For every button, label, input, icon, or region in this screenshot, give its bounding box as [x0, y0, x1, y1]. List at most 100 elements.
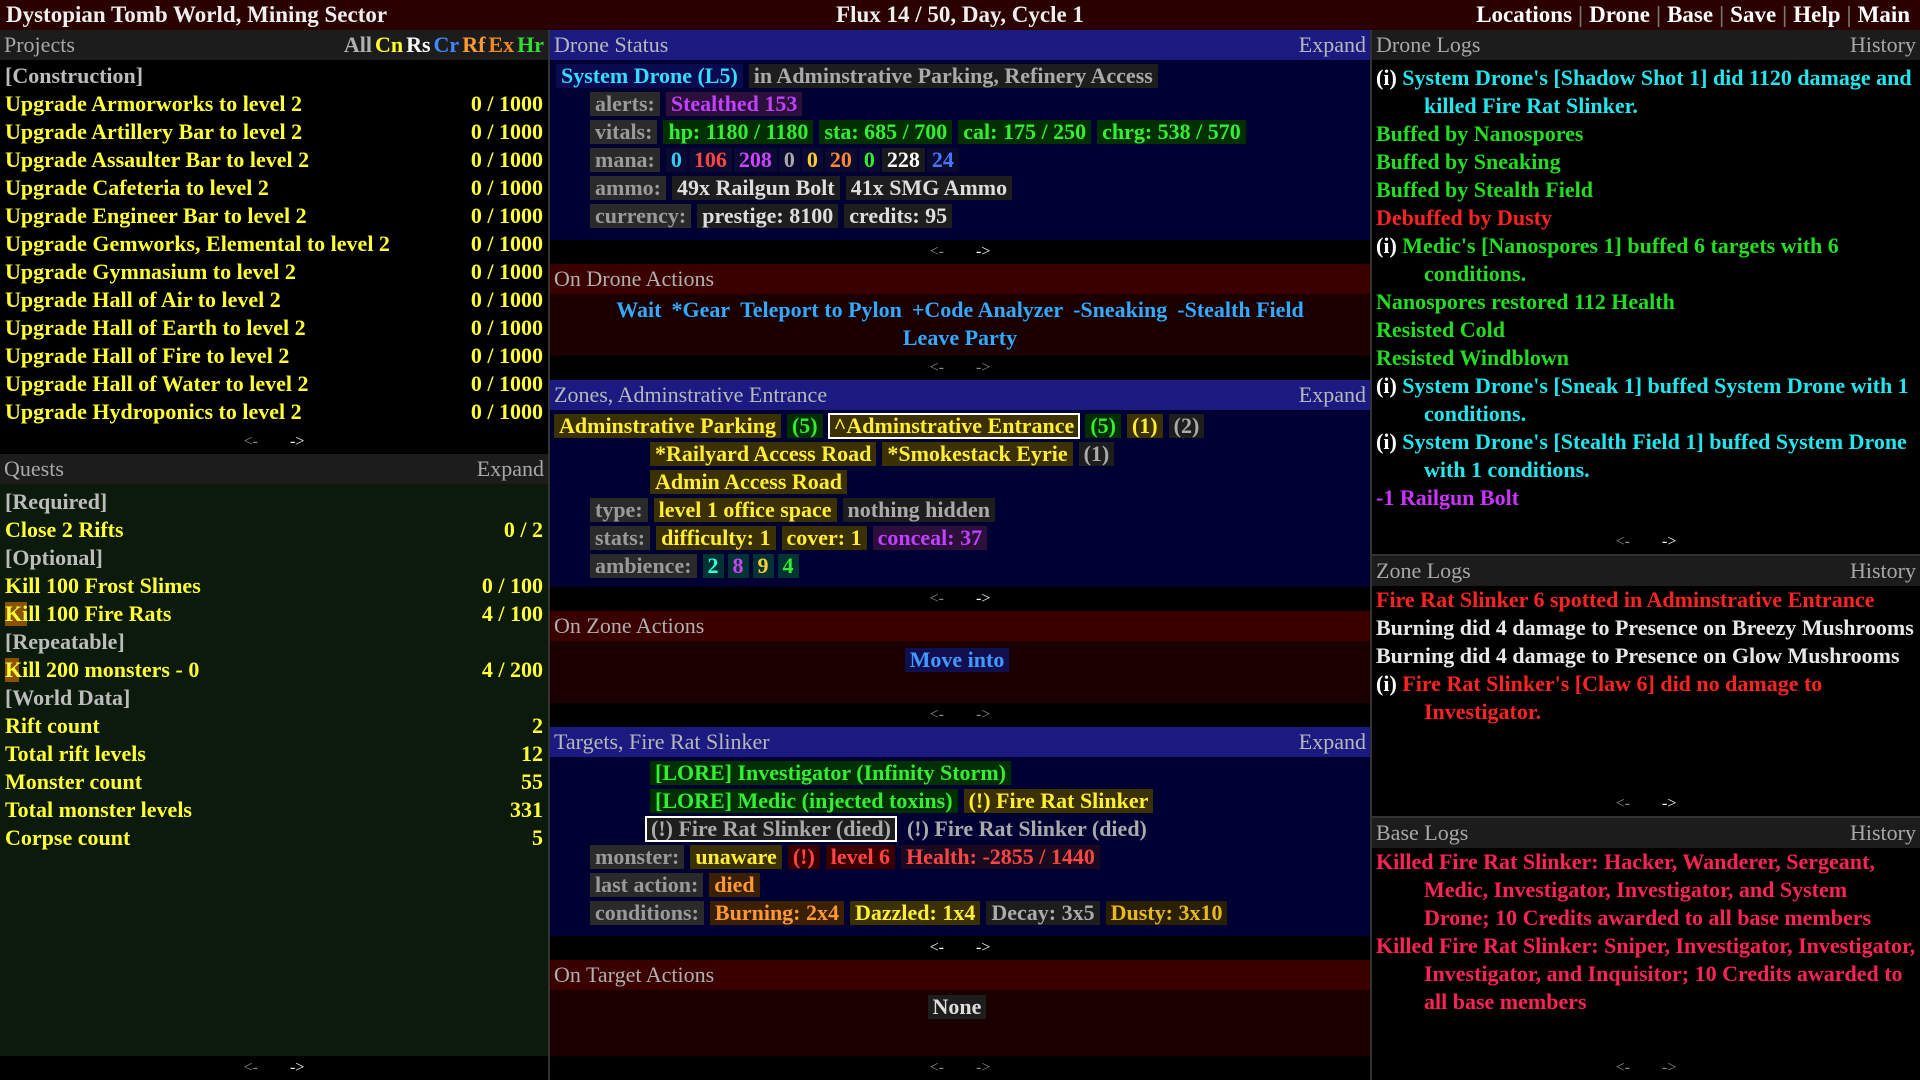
pager-forward[interactable]: -> — [1646, 795, 1692, 812]
pager-forward[interactable]: -> — [960, 359, 1006, 376]
pager-back[interactable]: <- — [228, 1059, 274, 1076]
drone-action-leave-party[interactable]: Leave Party — [903, 325, 1017, 350]
quest-item[interactable]: Corpse count 5 — [0, 824, 548, 852]
quest-item[interactable]: Kill 100 Frost Slimes 0 / 100 — [0, 572, 548, 600]
quests-expand[interactable]: Expand — [477, 454, 544, 484]
pager-back[interactable]: <- — [914, 359, 960, 376]
quest-name: Monster count — [5, 769, 143, 794]
zone-smokestack-eyrie[interactable]: *Smokestack Eyrie — [882, 442, 1073, 466]
targets-header: Targets, Fire Rat Slinker Expand — [550, 727, 1370, 757]
project-item[interactable]: Upgrade Artillery Bar to level 2 0 / 1000 — [0, 118, 548, 146]
base-logs-history[interactable]: History — [1850, 818, 1916, 848]
quest-item[interactable]: Monster count 55 — [0, 768, 548, 796]
target-lore-medic[interactable]: [LORE] Medic (injected toxins) — [650, 789, 958, 813]
pager-back[interactable]: <- — [914, 706, 960, 723]
zones-expand[interactable]: Expand — [1299, 380, 1366, 410]
pager-forward[interactable]: -> — [960, 939, 1006, 956]
pager-forward[interactable]: -> — [960, 706, 1006, 723]
pager-forward[interactable]: -> — [1646, 533, 1692, 550]
project-item[interactable]: Upgrade Cafeteria to level 2 0 / 1000 — [0, 174, 548, 202]
pager-forward[interactable]: -> — [274, 1059, 320, 1076]
zone-difficulty: difficulty: 1 — [656, 526, 776, 550]
info-icon[interactable]: (i) — [1376, 373, 1402, 398]
pager-forward[interactable]: -> — [960, 590, 1006, 607]
pager-forward[interactable]: -> — [1646, 1059, 1692, 1076]
quest-item[interactable]: Kill 200 monsters - 0 4 / 200 — [0, 656, 548, 684]
menu-locations[interactable]: Locations — [1470, 2, 1578, 28]
drone-action-code-analyzer[interactable]: +Code Analyzer — [912, 297, 1063, 322]
project-progress: 0 / 1000 — [470, 315, 543, 340]
quests-list: [Required] Close 2 Rifts 0 / 2 [Optional]… — [0, 484, 548, 852]
quest-item[interactable]: Kill 100 Fire Rats 4 / 100 — [0, 600, 548, 628]
log-entry: (i) Fire Rat Slinker's [Claw 6] did no d… — [1376, 670, 1916, 726]
menu-base[interactable]: Base — [1661, 2, 1719, 28]
drone-logs-history[interactable]: History — [1850, 30, 1916, 60]
drone-action-teleport-to-pylon[interactable]: Teleport to Pylon — [740, 297, 902, 322]
project-item[interactable]: Upgrade Assaulter Bar to level 2 0 / 1000 — [0, 146, 548, 174]
info-icon[interactable]: (i) — [1376, 671, 1402, 696]
pager-forward[interactable]: -> — [960, 243, 1006, 260]
filter-cr[interactable]: Cr — [434, 32, 460, 57]
pager-forward[interactable]: -> — [274, 433, 320, 450]
menu-main[interactable]: Main — [1852, 2, 1916, 28]
zone-adminstrative-parking[interactable]: Adminstrative Parking — [554, 414, 781, 438]
filter-rf[interactable]: Rf — [462, 32, 485, 57]
projects-pager: <- -> — [0, 430, 548, 454]
pager-back[interactable]: <- — [914, 939, 960, 956]
project-item[interactable]: Upgrade Gymnasium to level 2 0 / 1000 — [0, 258, 548, 286]
drone-name[interactable]: System Drone (L5) — [556, 64, 743, 88]
move-into-button[interactable]: Move into — [904, 648, 1010, 672]
quest-name: Kill 100 Frost Slimes — [5, 573, 201, 598]
project-item[interactable]: Upgrade Hall of Fire to level 2 0 / 1000 — [0, 342, 548, 370]
base-logs-header: Base Logs History — [1372, 818, 1920, 848]
project-item[interactable]: Upgrade Armorworks to level 2 0 / 1000 — [0, 90, 548, 118]
filter-hr[interactable]: Hr — [517, 32, 544, 57]
pager-back[interactable]: <- — [1600, 795, 1646, 812]
menu-save[interactable]: Save — [1724, 2, 1782, 28]
info-icon[interactable]: (i) — [1376, 233, 1402, 258]
filter-all[interactable]: All — [344, 32, 372, 57]
drone-status-expand[interactable]: Expand — [1299, 30, 1366, 60]
pager-back[interactable]: <- — [228, 433, 274, 450]
drone-action-sneaking[interactable]: -Sneaking — [1073, 297, 1167, 322]
pager-back[interactable]: <- — [914, 1059, 960, 1076]
project-item[interactable]: Upgrade Hall of Water to level 2 0 / 1000 — [0, 370, 548, 398]
quest-item[interactable]: Close 2 Rifts 0 / 2 — [0, 516, 548, 544]
targets-title: Targets, Fire Rat Slinker — [554, 729, 770, 754]
zone-logs-history[interactable]: History — [1850, 556, 1916, 586]
target-fire-rat-slinker-died-selected[interactable]: (!) Fire Rat Slinker (died) — [645, 816, 897, 842]
project-item[interactable]: Upgrade Hall of Air to level 2 0 / 1000 — [0, 286, 548, 314]
quest-progress: 331 — [510, 797, 543, 822]
quest-item[interactable]: Rift count 2 — [0, 712, 548, 740]
target-last-action-row: last action: died — [590, 871, 1370, 899]
target-fire-rat-slinker-died[interactable]: (!) Fire Rat Slinker (died) — [902, 817, 1152, 841]
pager-back[interactable]: <- — [1600, 1059, 1646, 1076]
menu-help[interactable]: Help — [1787, 2, 1846, 28]
filter-rs[interactable]: Rs — [406, 32, 430, 57]
pager-forward[interactable]: -> — [960, 1059, 1006, 1076]
zone-adminstrative-entrance[interactable]: ^Adminstrative Entrance — [827, 413, 1081, 439]
zone-admin-access-road[interactable]: Admin Access Road — [650, 470, 848, 494]
target-fire-rat-slinker[interactable]: (!) Fire Rat Slinker — [963, 789, 1154, 813]
target-lore-investigator[interactable]: [LORE] Investigator (Infinity Storm) — [650, 761, 1011, 785]
quest-item[interactable]: Total rift levels 12 — [0, 740, 548, 768]
project-item[interactable]: Upgrade Hydroponics to level 2 0 / 1000 — [0, 398, 548, 426]
info-icon[interactable]: (i) — [1376, 429, 1402, 454]
quest-item[interactable]: Total monster levels 331 — [0, 796, 548, 824]
project-item[interactable]: Upgrade Gemworks, Elemental to level 2 0 … — [0, 230, 548, 258]
drone-action-wait[interactable]: Wait — [616, 297, 661, 322]
pager-back[interactable]: <- — [914, 243, 960, 260]
log-entry: Killed Fire Rat Slinker: Sniper, Investi… — [1376, 932, 1916, 1016]
project-item[interactable]: Upgrade Engineer Bar to level 2 0 / 1000 — [0, 202, 548, 230]
menu-drone[interactable]: Drone — [1583, 2, 1656, 28]
targets-expand[interactable]: Expand — [1299, 727, 1366, 757]
drone-action-gear[interactable]: *Gear — [671, 297, 730, 322]
info-icon[interactable]: (i) — [1376, 65, 1402, 90]
project-item[interactable]: Upgrade Hall of Earth to level 2 0 / 1000 — [0, 314, 548, 342]
pager-back[interactable]: <- — [1600, 533, 1646, 550]
drone-action-stealth-field[interactable]: -Stealth Field — [1177, 297, 1304, 322]
zone-railyard-access-road[interactable]: *Railyard Access Road — [650, 442, 877, 466]
pager-back[interactable]: <- — [914, 590, 960, 607]
filter-cn[interactable]: Cn — [375, 32, 403, 57]
filter-ex[interactable]: Ex — [488, 32, 514, 57]
